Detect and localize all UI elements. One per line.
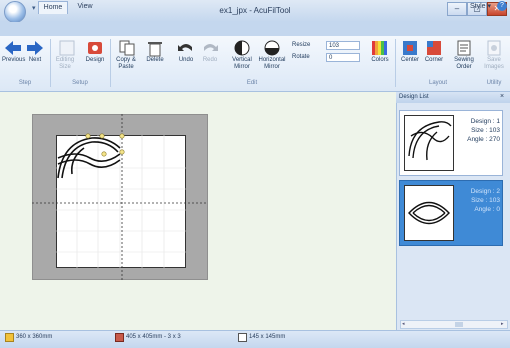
group-layout: Layout xyxy=(428,80,447,86)
center-icon xyxy=(403,41,417,55)
design-size-icon xyxy=(238,333,247,342)
corner-design-icon xyxy=(408,121,452,161)
scroll-left-icon[interactable]: ◂ xyxy=(402,322,407,327)
group-step: Step xyxy=(18,80,32,86)
help-icon[interactable]: ? xyxy=(497,1,507,11)
design-list-header: Design List xyxy=(396,92,510,103)
ribbon-tab-row xyxy=(0,22,510,36)
copy-paste-icon xyxy=(119,40,135,56)
canvas-grid xyxy=(56,135,186,268)
undo-icon xyxy=(178,44,192,51)
editing-size-button[interactable]: Editing Size xyxy=(52,39,82,71)
ribbon-separator xyxy=(110,39,111,87)
corner-label: Corner xyxy=(424,57,444,63)
save-images-icon xyxy=(487,40,501,56)
trash-icon xyxy=(148,42,162,57)
design-angle: Angle : 270 xyxy=(467,136,500,143)
previous-button[interactable]: Previous xyxy=(2,39,26,64)
design-info: Design : 1 Size : 103 Angle : 270 xyxy=(456,117,500,144)
design-number: Design : 2 xyxy=(470,188,500,195)
leaf-design-icon xyxy=(408,201,450,225)
delete-label: Delete xyxy=(146,57,164,63)
design-size: Size : 103 xyxy=(471,127,500,134)
hoop-size-icon xyxy=(115,333,124,342)
resize-spinner[interactable]: 103 xyxy=(326,41,360,50)
delete-button[interactable]: Delete xyxy=(142,39,168,64)
design-card[interactable]: Design : 1 Size : 103 Angle : 270 xyxy=(399,110,503,176)
arrow-left-icon xyxy=(5,41,21,55)
design-size-text: 145 x 145mm xyxy=(249,334,286,340)
save-images-button[interactable]: Save Images xyxy=(480,39,508,71)
selection-handles[interactable] xyxy=(85,133,125,157)
canvas-size-icon xyxy=(5,333,14,342)
tab-view[interactable]: View xyxy=(72,1,98,14)
design-size: Size : 103 xyxy=(471,197,500,204)
ribbon-separator xyxy=(50,39,51,87)
horizontal-mirror-icon xyxy=(264,40,280,56)
undo-button[interactable]: Undo xyxy=(174,39,198,64)
scroll-thumb[interactable] xyxy=(455,322,463,327)
colors-label: Colors xyxy=(371,57,389,63)
vertical-mirror-icon xyxy=(234,40,250,56)
close-icon[interactable]: × xyxy=(500,93,504,100)
corner-icon xyxy=(427,41,441,55)
minimize-button[interactable]: – xyxy=(447,2,467,16)
design-icon xyxy=(88,42,102,54)
editing-size-icon xyxy=(59,40,75,56)
copy-paste-label: Copy & Paste xyxy=(116,57,136,70)
group-edit: Edit xyxy=(246,80,258,86)
rotate-label: Rotate xyxy=(292,54,310,60)
sewing-order-button[interactable]: Sewing Order xyxy=(450,39,478,71)
design-info: Design : 2 Size : 103 Angle : 0 xyxy=(456,187,500,214)
center-label: Center xyxy=(400,57,419,63)
hoop-size-text: 405 x 405mm - 3 x 3 xyxy=(126,334,181,340)
redo-label: Redo xyxy=(202,57,218,63)
tab-home[interactable]: Home xyxy=(38,1,68,14)
center-button[interactable]: Center xyxy=(398,39,422,64)
horizontal-mirror-label: Horizontal Mirror xyxy=(258,57,286,70)
vertical-mirror-button[interactable]: Vertical Mirror xyxy=(228,39,256,71)
vertical-mirror-label: Vertical Mirror xyxy=(232,57,252,70)
editing-size-label: Editing Size xyxy=(55,57,75,70)
group-setup: Setup xyxy=(72,80,88,86)
sewing-order-icon xyxy=(457,40,471,56)
scroll-right-icon[interactable]: ▸ xyxy=(501,322,506,327)
ribbon: Previous Next Editing Size Design Copy &… xyxy=(0,36,510,92)
arrow-right-icon xyxy=(27,41,43,55)
save-images-label: Save Images xyxy=(484,57,504,70)
ribbon-separator xyxy=(395,39,396,87)
canvas-size-text: 360 x 360mm xyxy=(16,334,53,340)
canvas-overlay xyxy=(32,114,208,280)
design-label: Design xyxy=(85,57,105,63)
design-angle: Angle : 0 xyxy=(474,206,500,213)
previous-label: Previous xyxy=(2,57,26,63)
resize-label: Resize xyxy=(292,42,311,48)
design-card-selected[interactable]: Design : 2 Size : 103 Angle : 0 xyxy=(399,180,503,246)
design-number: Design : 1 xyxy=(470,118,500,125)
design-thumbnail xyxy=(404,185,454,241)
colors-icon xyxy=(372,41,387,55)
corner-design[interactable] xyxy=(57,137,121,179)
copy-paste-button[interactable]: Copy & Paste xyxy=(112,39,142,71)
group-utility: Utility xyxy=(486,80,502,86)
next-button[interactable]: Next xyxy=(24,39,46,64)
horizontal-mirror-button[interactable]: Horizontal Mirror xyxy=(256,39,288,71)
design-button[interactable]: Design xyxy=(82,39,108,64)
style-menu[interactable]: Style ▾ xyxy=(470,2,491,10)
undo-label: Undo xyxy=(178,57,194,63)
design-thumbnail xyxy=(404,115,454,171)
next-label: Next xyxy=(28,57,42,63)
colors-button[interactable]: Colors xyxy=(368,39,392,64)
rotate-spinner[interactable]: 0 xyxy=(326,53,360,62)
corner-button[interactable]: Corner xyxy=(422,39,446,64)
sewing-order-label: Sewing Order xyxy=(454,57,474,70)
redo-icon xyxy=(204,44,218,51)
redo-button[interactable]: Redo xyxy=(198,39,222,64)
horizontal-scrollbar[interactable]: ◂ ▸ xyxy=(400,320,508,329)
